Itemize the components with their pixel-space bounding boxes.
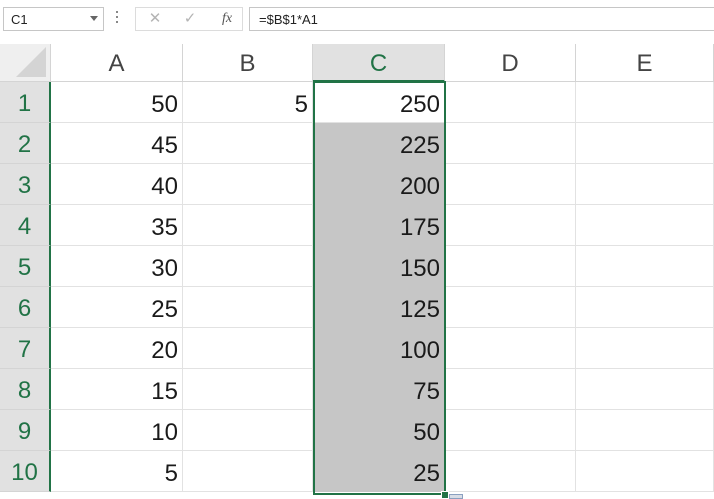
cell-a4[interactable]: 35 xyxy=(51,205,183,246)
name-box-value: C1 xyxy=(11,12,28,27)
cell-d6[interactable] xyxy=(445,287,576,328)
column-header-e[interactable]: E xyxy=(576,44,714,82)
formula-text: =$B$1*A1 xyxy=(259,12,318,27)
cell-a3[interactable]: 40 xyxy=(51,164,183,205)
cell-a2[interactable]: 45 xyxy=(51,123,183,164)
cell-e4[interactable] xyxy=(576,205,714,246)
cell-e9[interactable] xyxy=(576,410,714,451)
cell-c1[interactable]: 250 xyxy=(313,82,445,123)
cell-b8[interactable] xyxy=(183,369,313,410)
cell-a8[interactable]: 15 xyxy=(51,369,183,410)
more-icon xyxy=(116,11,119,27)
cell-a6[interactable]: 25 xyxy=(51,287,183,328)
formula-buttons: ✕ ✓ fx xyxy=(135,7,243,31)
row-header-6[interactable]: 6 xyxy=(0,287,51,328)
row-header-8[interactable]: 8 xyxy=(0,369,51,410)
column-header-a[interactable]: A xyxy=(51,44,183,82)
cell-c5[interactable]: 150 xyxy=(313,246,445,287)
cell-b4[interactable] xyxy=(183,205,313,246)
fill-handle[interactable] xyxy=(441,491,449,499)
cell-b2[interactable] xyxy=(183,123,313,164)
cell-d3[interactable] xyxy=(445,164,576,205)
cell-d7[interactable] xyxy=(445,328,576,369)
column-header-b[interactable]: B xyxy=(183,44,313,82)
cell-d2[interactable] xyxy=(445,123,576,164)
formula-bar: C1 ✕ ✓ fx =$B$1*A1 xyxy=(0,0,714,44)
cancel-icon[interactable]: ✕ xyxy=(144,10,166,28)
cell-d4[interactable] xyxy=(445,205,576,246)
row-header-7[interactable]: 7 xyxy=(0,328,51,369)
cell-c2[interactable]: 225 xyxy=(313,123,445,164)
cell-c4[interactable]: 175 xyxy=(313,205,445,246)
check-icon[interactable]: ✓ xyxy=(179,10,201,28)
row-header-9[interactable]: 9 xyxy=(0,410,51,451)
name-box[interactable]: C1 xyxy=(3,7,104,31)
cell-e5[interactable] xyxy=(576,246,714,287)
cell-c7[interactable]: 100 xyxy=(313,328,445,369)
cell-c9[interactable]: 50 xyxy=(313,410,445,451)
cell-c6[interactable]: 125 xyxy=(313,287,445,328)
cell-e3[interactable] xyxy=(576,164,714,205)
cell-e10[interactable] xyxy=(576,451,714,492)
cell-a9[interactable]: 10 xyxy=(51,410,183,451)
cell-b1[interactable]: 5 xyxy=(183,82,313,123)
formula-input[interactable]: =$B$1*A1 xyxy=(249,7,714,31)
insert-function-icon[interactable]: fx xyxy=(216,10,238,28)
cell-a1[interactable]: 50 xyxy=(51,82,183,123)
cell-e8[interactable] xyxy=(576,369,714,410)
cell-b6[interactable] xyxy=(183,287,313,328)
row-header-5[interactable]: 5 xyxy=(0,246,51,287)
cell-e1[interactable] xyxy=(576,82,714,123)
row-header-10[interactable]: 10 xyxy=(0,451,51,492)
row-header-2[interactable]: 2 xyxy=(0,123,51,164)
cell-d8[interactable] xyxy=(445,369,576,410)
quick-analysis-icon[interactable] xyxy=(449,494,463,499)
cell-b5[interactable] xyxy=(183,246,313,287)
cell-e7[interactable] xyxy=(576,328,714,369)
cell-a7[interactable]: 20 xyxy=(51,328,183,369)
spreadsheet-grid: ABCDE 1 2 3 4 5 6 7 8 9 10 50 5 250 45 225 40 200 35 175 3… xyxy=(0,44,714,499)
cell-d5[interactable] xyxy=(445,246,576,287)
cell-d9[interactable] xyxy=(445,410,576,451)
cell-e2[interactable] xyxy=(576,123,714,164)
cell-c3[interactable]: 200 xyxy=(313,164,445,205)
cell-b9[interactable] xyxy=(183,410,313,451)
column-header-d[interactable]: D xyxy=(445,44,576,82)
select-all-icon xyxy=(16,47,46,77)
cell-a10[interactable]: 5 xyxy=(51,451,183,492)
cell-d10[interactable] xyxy=(445,451,576,492)
cell-c10[interactable]: 25 xyxy=(313,451,445,492)
cell-b7[interactable] xyxy=(183,328,313,369)
row-header-3[interactable]: 3 xyxy=(0,164,51,205)
cell-c8[interactable]: 75 xyxy=(313,369,445,410)
column-header-c[interactable]: C xyxy=(313,44,445,82)
cell-e6[interactable] xyxy=(576,287,714,328)
cell-a5[interactable]: 30 xyxy=(51,246,183,287)
select-all-button[interactable] xyxy=(0,44,51,82)
row-header-1[interactable]: 1 xyxy=(0,82,51,123)
cell-b10[interactable] xyxy=(183,451,313,492)
cell-b3[interactable] xyxy=(183,164,313,205)
row-header-4[interactable]: 4 xyxy=(0,205,51,246)
chevron-down-icon[interactable] xyxy=(90,16,98,21)
cell-d1[interactable] xyxy=(445,82,576,123)
